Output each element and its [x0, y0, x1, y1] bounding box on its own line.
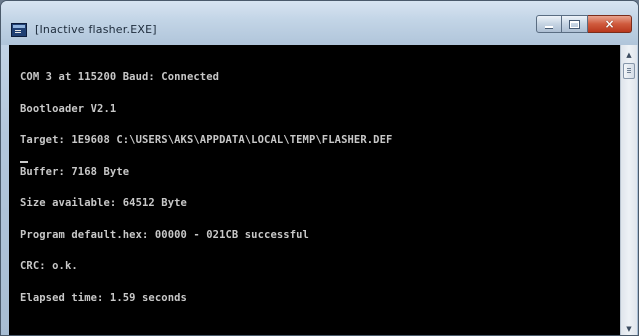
vertical-scrollbar[interactable]: ▲ ▼	[620, 45, 637, 335]
console-line: CRC: o.k.	[20, 260, 78, 272]
minimize-button[interactable]	[536, 15, 562, 33]
title-bar[interactable]: [Inactive flasher.EXE] ×	[1, 1, 638, 45]
console-line: Bootloader V2.1	[20, 102, 117, 115]
console-line: Target: 1E9608 C:\USERS\AKS\APPDATA\LOCA…	[20, 134, 393, 146]
console-line: COM 3 at 115200 Baud: Connected	[20, 71, 220, 83]
console-line: Buffer: 7168 Byte	[20, 165, 130, 178]
close-button[interactable]: ×	[588, 15, 632, 33]
console-app-icon[interactable]	[11, 23, 27, 37]
console-window: [Inactive flasher.EXE] × COM 3 at 115200…	[0, 0, 639, 336]
caption-buttons: ×	[536, 15, 632, 35]
maximize-button[interactable]	[562, 15, 588, 33]
console-line: Elapsed time: 1.59 seconds	[20, 291, 187, 304]
console-text: COM 3 at 115200 Baud: Connected Bootload…	[20, 51, 392, 324]
minimize-icon	[545, 26, 553, 28]
scrollbar-thumb[interactable]	[623, 63, 635, 79]
console-output[interactable]: COM 3 at 115200 Baud: Connected Bootload…	[9, 45, 620, 335]
maximize-icon	[570, 20, 579, 28]
scroll-down-arrow-icon[interactable]: ▼	[622, 321, 636, 335]
console-line: Program default.hex: 00000 - 021CB succe…	[20, 228, 309, 241]
window-title: [Inactive flasher.EXE]	[35, 23, 157, 36]
text-cursor	[20, 161, 28, 163]
scroll-up-arrow-icon[interactable]: ▲	[622, 47, 636, 63]
console-line: Size available: 64512 Byte	[20, 197, 187, 209]
close-icon: ×	[604, 17, 615, 31]
